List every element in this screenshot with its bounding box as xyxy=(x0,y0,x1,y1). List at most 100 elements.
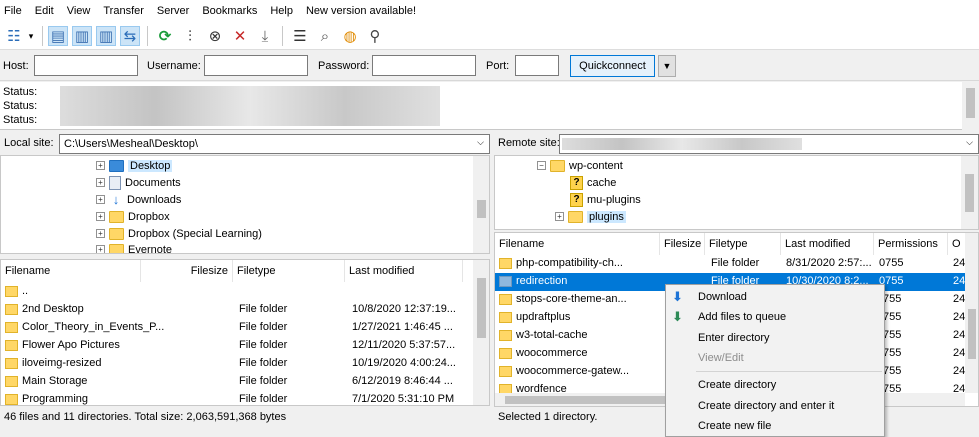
expand-icon[interactable]: + xyxy=(96,178,105,187)
local-path-input[interactable]: C:\Users\Mesheal\Desktop\ ⌵ xyxy=(59,134,490,154)
folder-icon xyxy=(5,394,18,405)
toggle-remote-tree-icon[interactable]: ▥ xyxy=(96,26,116,46)
table-row[interactable]: iloveimg-resized File folder 10/19/2020 … xyxy=(1,355,473,373)
menu-item-view-edit: View/Edit xyxy=(698,352,744,364)
tree-item-wp-content[interactable]: − wp-content xyxy=(537,157,623,174)
log-scrollbar[interactable] xyxy=(962,82,979,130)
menu-bookmarks[interactable]: Bookmarks xyxy=(202,5,257,17)
menu-view[interactable]: View xyxy=(67,5,91,17)
filter-icon[interactable]: ☰ xyxy=(290,26,310,46)
column-filetype[interactable]: Filetype xyxy=(705,233,781,255)
site-manager-icon[interactable]: ☷ xyxy=(4,26,24,46)
column-last-modified[interactable]: Last modified xyxy=(345,260,463,282)
tree-item-dropbox-special[interactable]: + Dropbox (Special Learning) xyxy=(96,225,262,242)
menu-item-create-directory[interactable]: Create directory xyxy=(698,379,776,391)
sync-browse-icon[interactable]: ◍ xyxy=(340,26,360,46)
local-site-bar: Local site: C:\Users\Mesheal\Desktop\ ⌵ xyxy=(0,134,490,154)
menu-file[interactable]: File xyxy=(4,5,22,17)
message-log: Status: Status: Status: xyxy=(0,82,979,130)
column-filename[interactable]: Filename xyxy=(495,233,660,255)
menu-edit[interactable]: Edit xyxy=(35,5,54,17)
chevron-down-icon[interactable]: ⌵ xyxy=(966,137,973,148)
port-input[interactable] xyxy=(515,55,559,76)
refresh-icon[interactable]: ⟳ xyxy=(155,26,175,46)
reconnect-icon[interactable]: ⤓ xyxy=(255,26,275,46)
folder-icon xyxy=(499,366,512,377)
username-input[interactable] xyxy=(204,55,308,76)
quickconnect-button[interactable]: Quickconnect xyxy=(570,55,655,77)
quickconnect-dropdown-icon[interactable]: ▼ xyxy=(658,55,676,77)
menu-help[interactable]: Help xyxy=(270,5,293,17)
toggle-local-tree-icon[interactable]: ▥ xyxy=(72,26,92,46)
folder-icon xyxy=(5,304,18,315)
add-to-queue-icon: ⬇ xyxy=(672,309,683,324)
dropdown-arrow-icon[interactable]: ▾ xyxy=(25,26,37,46)
menu-item-download[interactable]: Download xyxy=(698,291,747,303)
expand-icon[interactable]: + xyxy=(96,161,105,170)
menu-server[interactable]: Server xyxy=(157,5,189,17)
tree-item-downloads[interactable]: + ↓ Downloads xyxy=(96,191,181,208)
expand-icon[interactable]: + xyxy=(96,245,105,253)
password-input[interactable] xyxy=(372,55,476,76)
remote-list-scrollbar[interactable] xyxy=(965,233,978,393)
remote-site-label: Remote site: xyxy=(498,137,560,149)
local-list-scrollbar[interactable] xyxy=(473,260,489,405)
process-queue-icon[interactable]: ⫶ xyxy=(180,26,200,46)
tree-item-dropbox[interactable]: + Dropbox xyxy=(96,208,170,225)
table-row[interactable]: Main Storage File folder 6/12/2019 8:46:… xyxy=(1,373,473,391)
toggle-transfer-queue-icon[interactable]: ⇆ xyxy=(120,26,140,46)
menu-item-enter-directory[interactable]: Enter directory xyxy=(698,332,770,344)
column-filename[interactable]: Filename xyxy=(1,260,141,282)
table-row[interactable]: Flower Apo Pictures File folder 12/11/20… xyxy=(1,337,473,355)
remote-path-input[interactable]: ⌵ xyxy=(559,134,979,154)
collapse-icon[interactable]: − xyxy=(537,161,546,170)
table-row[interactable]: .. xyxy=(1,283,473,301)
blurred-log-text xyxy=(60,86,440,126)
folder-icon xyxy=(550,159,565,172)
tree-item-desktop[interactable]: + Desktop xyxy=(96,157,173,174)
menu-bar: File Edit View Transfer Server Bookmarks… xyxy=(0,0,979,22)
table-row[interactable]: 2nd Desktop File folder 10/8/2020 12:37:… xyxy=(1,301,473,319)
host-label: Host: xyxy=(3,60,29,72)
tree-item-documents[interactable]: + Documents xyxy=(96,174,181,191)
disconnect-icon[interactable]: ✕ xyxy=(230,26,250,46)
host-input[interactable] xyxy=(34,55,138,76)
table-row[interactable]: Color_Theory_in_Events_P... File folder … xyxy=(1,319,473,337)
menu-item-create-directory-enter[interactable]: Create directory and enter it xyxy=(698,400,834,412)
menu-new-version[interactable]: New version available! xyxy=(306,5,416,17)
downloads-icon: ↓ xyxy=(112,191,120,207)
compare-icon[interactable]: ⌕ xyxy=(315,26,335,46)
chevron-down-icon[interactable]: ⌵ xyxy=(477,137,484,148)
tree-item-plugins[interactable]: + plugins xyxy=(555,208,626,225)
tree-item-cache[interactable]: ? cache xyxy=(570,174,616,191)
menu-item-create-new-file[interactable]: Create new file xyxy=(698,420,771,432)
search-icon[interactable]: ⚲ xyxy=(365,26,385,46)
blurred-remote-path xyxy=(562,138,802,150)
menu-item-add-to-queue[interactable]: Add files to queue xyxy=(698,311,786,323)
table-row[interactable]: php-compatibility-ch... File folder 8/31… xyxy=(495,255,965,273)
expand-icon[interactable]: + xyxy=(96,212,105,221)
local-status-text: 46 files and 11 directories. Total size:… xyxy=(0,407,490,429)
local-tree-scrollbar[interactable] xyxy=(473,156,489,253)
tree-item-mu-plugins[interactable]: ? mu-plugins xyxy=(570,191,641,208)
folder-icon xyxy=(5,340,18,351)
menu-transfer[interactable]: Transfer xyxy=(103,5,144,17)
folder-icon xyxy=(568,210,583,223)
local-directory-tree: + Desktop + Documents + ↓ Downloads + Dr… xyxy=(0,155,490,254)
expand-icon[interactable]: + xyxy=(555,212,564,221)
remote-tree-scrollbar[interactable] xyxy=(961,156,978,229)
local-file-list: Filename Filesize Filetype Last modified… xyxy=(0,259,490,406)
cancel-icon[interactable]: ⊗ xyxy=(205,26,225,46)
table-row[interactable]: Programming File folder 7/1/2020 5:31:10… xyxy=(1,391,473,405)
toggle-message-log-icon[interactable]: ▤ xyxy=(48,26,68,46)
expand-icon[interactable]: + xyxy=(96,229,105,238)
column-permissions[interactable]: Permissions xyxy=(874,233,948,255)
menu-separator xyxy=(696,371,882,372)
tree-item-evernote[interactable]: + Evernote xyxy=(96,241,172,253)
expand-icon[interactable]: + xyxy=(96,195,105,204)
column-filetype[interactable]: Filetype xyxy=(233,260,345,282)
column-last-modified[interactable]: Last modified xyxy=(781,233,874,255)
column-filesize[interactable]: Filesize xyxy=(141,260,233,282)
column-filesize[interactable]: Filesize xyxy=(660,233,705,255)
log-line-label: Status: xyxy=(3,114,38,126)
